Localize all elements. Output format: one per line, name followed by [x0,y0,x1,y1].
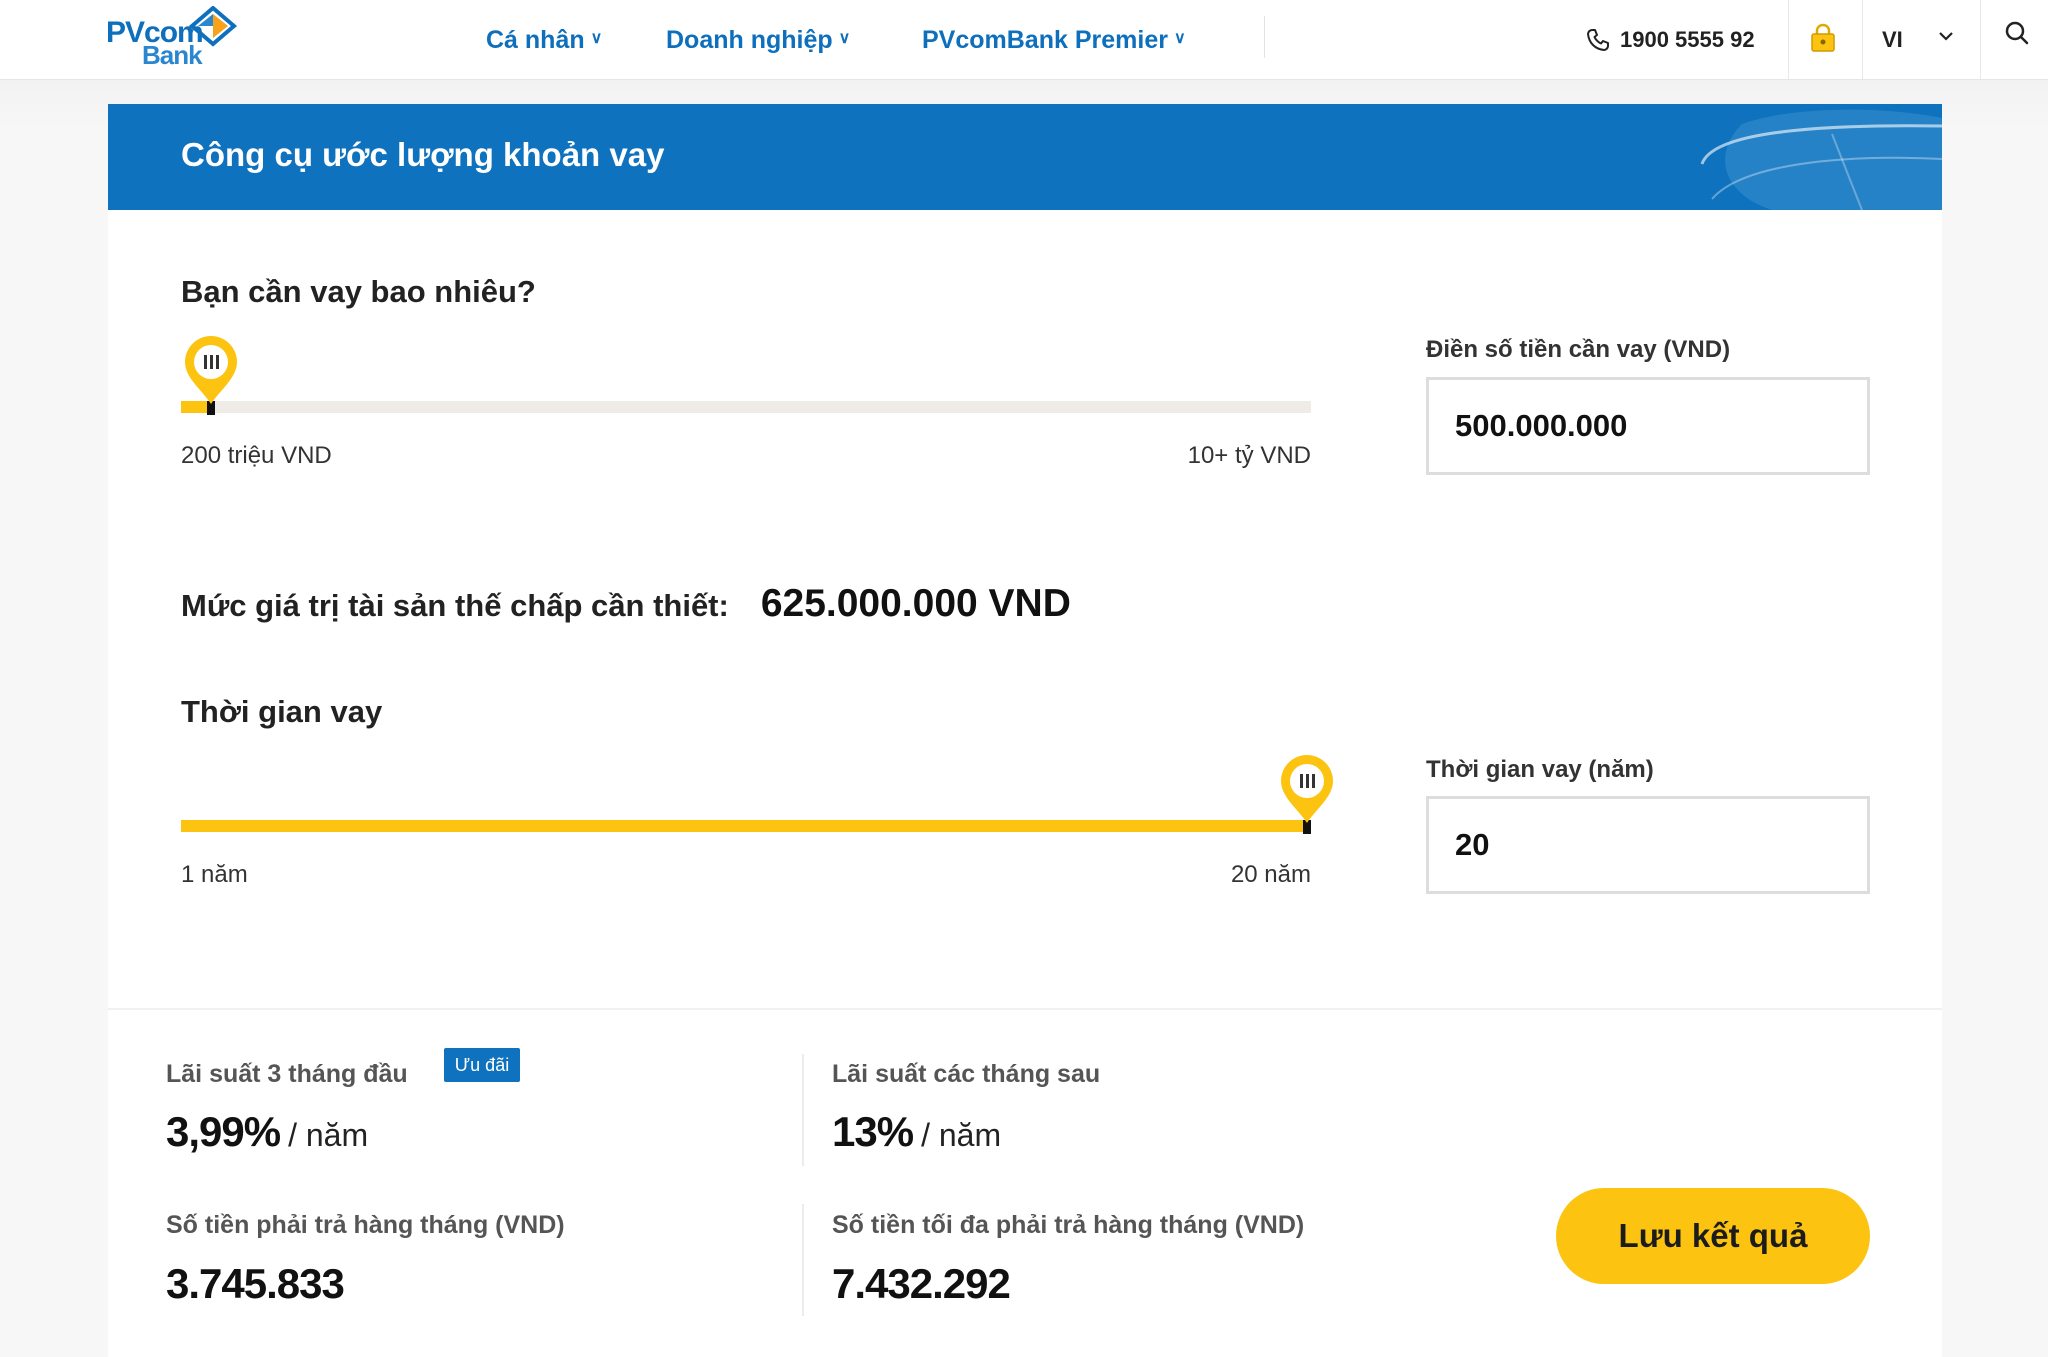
slider-handle-icon[interactable] [182,334,240,406]
header-decoration [1700,109,1942,210]
rate-unit: / năm [921,1117,1002,1153]
chevron-down-icon: ∨ [590,30,603,47]
max-monthly-payment: 7.432.292 [832,1260,1011,1308]
lock-icon[interactable] [1810,22,1836,52]
loan-term-slider[interactable] [181,820,1311,834]
nav-divider [1264,16,1265,58]
column-divider [802,1204,804,1316]
nav-item-ca-nhan[interactable]: Cá nhân ∨ [486,0,602,80]
max-monthly-payment-value: 7.432.292 [832,1260,1011,1307]
loan-term-question: Thời gian vay [181,694,383,729]
top-navbar: PVcom Bank Cá nhân ∨ Doanh nghiệp ∨ PVcomB… [0,0,2048,80]
nav-label: PVcomBank Premier [922,25,1168,54]
section-divider [108,1008,1942,1010]
amount-max-label: 10+ tỷ VND [1187,442,1311,469]
term-min-label: 1 năm [181,861,248,888]
rate-unit: / năm [288,1117,369,1153]
monthly-payment-value: 3.745.833 [166,1260,345,1307]
later-rate-label: Lãi suất các tháng sau [832,1060,1101,1088]
intro-rate: 3,99% / năm [166,1108,368,1156]
pvcombank-logo[interactable]: PVcom Bank [106,6,238,70]
term-field-label: Thời gian vay (năm) [1426,756,1654,783]
chevron-down-icon: ∨ [838,30,851,47]
logo-diamond-icon [188,6,238,47]
monthly-payment: 3.745.833 [166,1260,345,1308]
intro-rate-label: Lãi suất 3 tháng đầu [166,1060,408,1088]
amount-field-label: Điền số tiền cần vay (VND) [1426,336,1731,363]
loan-term-input[interactable]: 20 [1426,796,1870,894]
slider-fill [181,820,1311,832]
slider-handle-icon[interactable] [1278,753,1336,825]
loan-calculator-card: Công cụ ước lượng khoản vay Bạn cần vay … [108,104,1942,1357]
chevron-down-icon [1939,32,1953,41]
chevron-down-icon: ∨ [1173,30,1186,47]
calculator-header: Công cụ ước lượng khoản vay [108,104,1942,210]
phone-icon [1587,29,1609,51]
nav-divider [1788,0,1789,80]
loan-amount-question: Bạn cần vay bao nhiêu? [181,274,536,309]
intro-rate-value: 3,99% [166,1108,281,1155]
promo-badge: Ưu đãi [444,1048,520,1082]
nav-divider [1980,0,1981,80]
loan-amount-input[interactable]: 500.000.000 [1426,377,1870,475]
monthly-payment-label: Số tiền phải trả hàng tháng (VND) [166,1211,565,1239]
nav-divider [1862,0,1863,80]
collateral-label: Mức giá trị tài sản thế chấp cần thiết: [181,588,729,623]
later-rate-value: 13% [832,1108,914,1155]
loan-amount-slider[interactable] [181,401,1311,415]
nav-label: Cá nhân [486,25,585,54]
hotline-link[interactable]: 1900 5555 92 [1586,0,1755,80]
nav-item-doanh-nghiep[interactable]: Doanh nghiệp ∨ [666,0,850,80]
collateral-value: 625.000.000 VND [760,582,1071,625]
amount-min-label: 200 triệu VND [181,442,332,469]
later-rate: 13% / năm [832,1108,1001,1156]
calculator-title: Công cụ ước lượng khoản vay [181,136,665,173]
collateral-row: Mức giá trị tài sản thế chấp cần thiết: … [181,582,1071,626]
language-selector[interactable]: VI [1882,0,1953,80]
column-divider [802,1054,804,1166]
save-result-button[interactable]: Lưu kết quả [1556,1188,1870,1284]
nav-item-premier[interactable]: PVcomBank Premier ∨ [922,0,1186,80]
nav-label: Doanh nghiệp [666,25,833,54]
max-monthly-payment-label: Số tiền tối đa phải trả hàng tháng (VND) [832,1211,1305,1239]
search-icon[interactable] [2004,20,2030,46]
language-code: VI [1882,27,1903,52]
hotline-number: 1900 5555 92 [1620,27,1755,52]
term-max-label: 20 năm [1230,861,1311,888]
